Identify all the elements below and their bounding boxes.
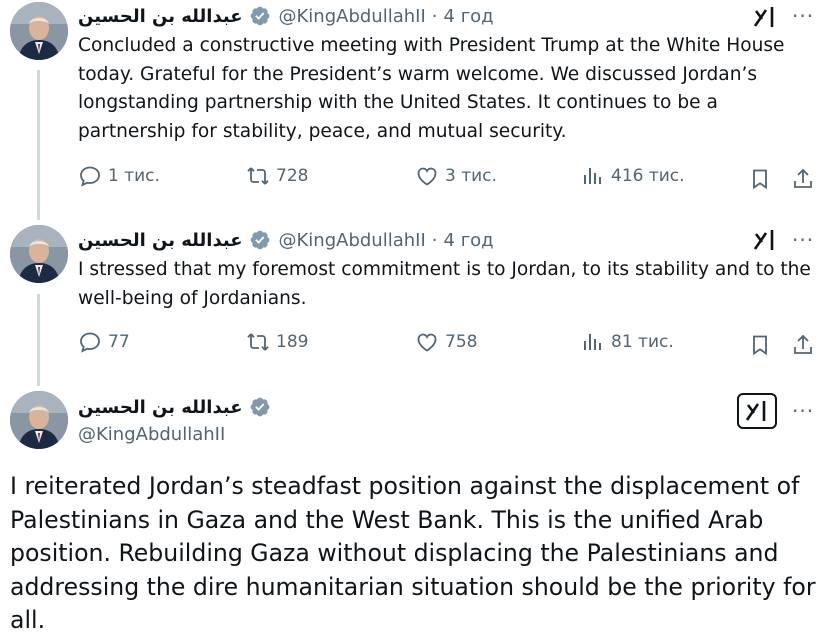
repost-icon bbox=[247, 167, 269, 185]
tweet-header: عبدالله بن الحسين @KingAbdullahII · 4 го… bbox=[78, 227, 494, 253]
author-name[interactable]: عبدالله بن الحسين bbox=[78, 6, 243, 27]
like-count: 3 тис. bbox=[445, 166, 497, 186]
grok-icon[interactable] bbox=[752, 227, 778, 253]
separator: · bbox=[431, 5, 438, 27]
like-button[interactable]: 758 bbox=[415, 330, 477, 354]
like-icon bbox=[417, 333, 437, 352]
tweet-text: Concluded a constructive meeting with Pr… bbox=[78, 35, 785, 142]
avatar[interactable] bbox=[10, 391, 68, 449]
repost-icon bbox=[247, 333, 269, 351]
repost-count: 189 bbox=[276, 332, 309, 352]
grok-icon[interactable] bbox=[752, 4, 778, 30]
repost-button[interactable]: 728 bbox=[246, 164, 308, 188]
main-tweet: عبدالله بن الحسين @KingAbdullahII ··· I … bbox=[0, 388, 830, 634]
grok-button[interactable] bbox=[737, 393, 777, 429]
tweet-text: I stressed that my foremost commitment i… bbox=[78, 259, 811, 309]
verified-badge-icon bbox=[250, 397, 269, 417]
tweet-text: I reiterated Jordan’s steadfast position… bbox=[10, 472, 816, 634]
reply-icon bbox=[80, 332, 100, 353]
avatar[interactable] bbox=[10, 225, 68, 283]
views-icon bbox=[584, 334, 601, 350]
like-icon bbox=[417, 167, 437, 186]
reply-count: 77 bbox=[108, 332, 130, 352]
timestamp[interactable]: 4 год bbox=[444, 6, 494, 27]
share-icon[interactable] bbox=[791, 167, 815, 191]
reply-button[interactable]: 77 bbox=[78, 330, 130, 354]
avatar[interactable] bbox=[10, 2, 68, 60]
tweet-1[interactable]: عبدالله بن الحسين @KingAbdullahII · 4 го… bbox=[0, 0, 830, 210]
grok-icon bbox=[745, 401, 766, 421]
reply-icon bbox=[80, 166, 100, 187]
verified-badge-icon bbox=[250, 230, 269, 250]
repost-count: 728 bbox=[276, 166, 309, 186]
repost-button[interactable]: 189 bbox=[246, 330, 308, 354]
author-name[interactable]: عبدالله بن الحسين bbox=[78, 230, 243, 251]
views-icon bbox=[584, 168, 601, 184]
reply-count: 1 тис. bbox=[108, 166, 160, 186]
author-handle[interactable]: @KingAbdullahII bbox=[279, 230, 426, 251]
like-button[interactable]: 3 тис. bbox=[415, 164, 497, 188]
tweet-2[interactable]: عبدالله بن الحسين @KingAbdullahII · 4 го… bbox=[0, 222, 830, 382]
author-handle[interactable]: @KingAbdullahII bbox=[78, 424, 225, 445]
more-icon[interactable]: ··· bbox=[792, 401, 814, 421]
action-bar: 1 тис. 728 3 тис. 416 тис. bbox=[78, 164, 823, 194]
author-name[interactable]: عبدالله بن الحسين bbox=[78, 397, 243, 418]
bookmark-icon[interactable] bbox=[748, 333, 772, 357]
views-count: 416 тис. bbox=[611, 166, 685, 186]
tweet-header: عبدالله بن الحسين @KingAbdullahII · 4 го… bbox=[78, 3, 494, 29]
author-handle[interactable]: @KingAbdullahII bbox=[279, 6, 426, 27]
tweet-header: عبدالله بن الحسين bbox=[78, 394, 271, 420]
bookmark-icon[interactable] bbox=[748, 167, 772, 191]
timestamp[interactable]: 4 год bbox=[444, 230, 494, 251]
verified-badge-icon bbox=[250, 6, 269, 26]
views-button[interactable]: 81 тис. bbox=[581, 330, 674, 354]
reply-button[interactable]: 1 тис. bbox=[78, 164, 160, 188]
views-count: 81 тис. bbox=[611, 332, 674, 352]
like-count: 758 bbox=[445, 332, 478, 352]
more-icon[interactable]: ··· bbox=[792, 6, 814, 26]
handle-row: @KingAbdullahII bbox=[78, 421, 225, 447]
action-bar: 77 189 758 81 тис. bbox=[78, 330, 823, 360]
separator: · bbox=[431, 229, 438, 251]
views-button[interactable]: 416 тис. bbox=[581, 164, 685, 188]
share-icon[interactable] bbox=[791, 333, 815, 357]
more-icon[interactable]: ··· bbox=[792, 230, 814, 250]
